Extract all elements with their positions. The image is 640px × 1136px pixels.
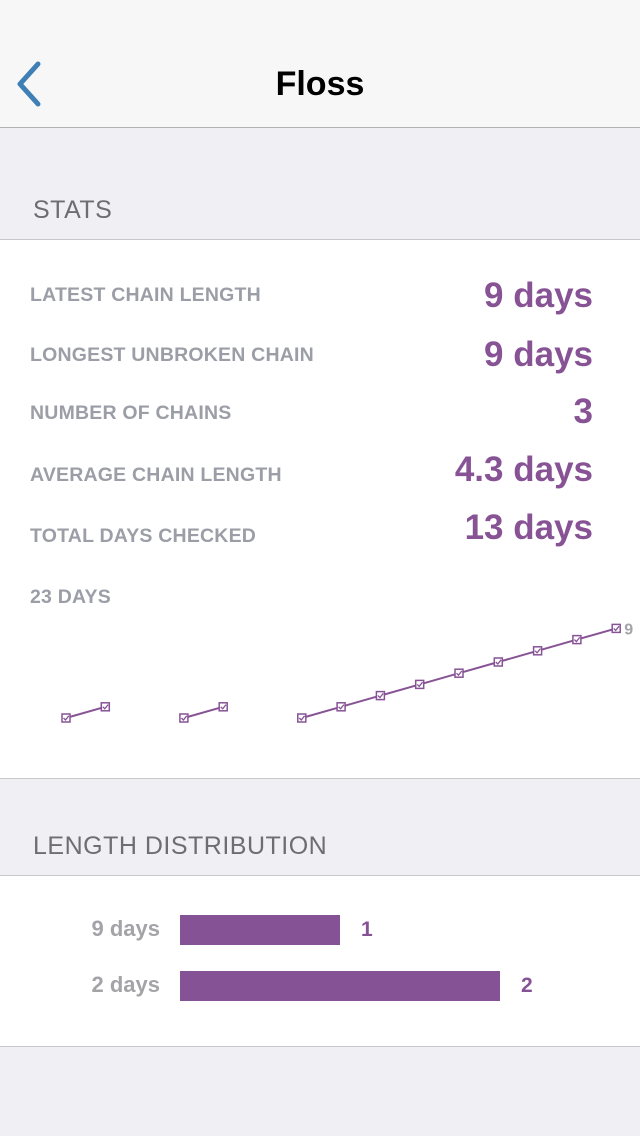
stat-label-total-days: TOTAL DAYS CHECKED <box>30 525 257 547</box>
chart-end-label: 9 <box>624 621 633 638</box>
chart-point <box>572 634 582 645</box>
stat-value-longest-chain: 9 days <box>484 335 593 374</box>
chart-segment <box>65 705 106 719</box>
chart-segment <box>301 705 342 719</box>
distribution-panel: 9 days 1 2 days 2 <box>0 875 640 1047</box>
stat-label-number-of-chains: NUMBER OF CHAINS <box>30 402 232 424</box>
section-header-stats: STATS <box>33 196 113 224</box>
stat-value-average-chain: 4.3 days <box>454 450 593 489</box>
chart-point <box>179 713 189 723</box>
stat-label-latest-chain: LATEST CHAIN LENGTH <box>30 284 261 306</box>
distribution-count: 2 <box>521 974 533 997</box>
stat-value-total-days: 13 days <box>464 508 593 547</box>
chart-point <box>61 713 71 723</box>
distribution-count: 1 <box>361 918 373 941</box>
chart-segment <box>419 672 460 686</box>
chart-point <box>100 702 111 712</box>
chart-point <box>611 623 621 634</box>
chart-segment <box>380 683 420 697</box>
distribution-bar <box>180 971 500 1001</box>
distribution-bar <box>180 915 340 945</box>
distribution-label: 9 days <box>91 916 161 941</box>
page-title: Floss <box>275 65 365 103</box>
chart-point <box>297 713 307 723</box>
chart-point <box>375 690 386 701</box>
chart-point <box>454 668 464 678</box>
section-header-length-distribution: LENGTH DISTRIBUTION <box>33 832 328 860</box>
chart-segment <box>537 638 578 652</box>
stat-label-longest-chain: LONGEST UNBROKEN CHAIN <box>30 344 314 366</box>
chart-segment <box>183 705 224 719</box>
chart-point <box>336 702 346 712</box>
distribution-label: 2 days <box>91 972 161 997</box>
chart-segment <box>498 649 538 663</box>
chart-point <box>493 657 504 667</box>
chart-segment <box>458 661 499 675</box>
stats-panel: LATEST CHAIN LENGTH 9 days LONGEST UNBRO… <box>0 239 640 779</box>
navigation-bar: Floss <box>0 0 640 128</box>
chart-point <box>218 702 228 712</box>
stat-value-number-of-chains: 3 <box>573 392 593 431</box>
stat-value-latest-chain: 9 days <box>484 276 593 315</box>
chart-point <box>414 679 425 690</box>
chart-segment <box>576 627 617 641</box>
chart-point <box>532 646 543 656</box>
chart-segment <box>340 694 381 708</box>
stat-label-average-chain: AVERAGE CHAIN LENGTH <box>30 464 282 486</box>
chain-history-chart: 9 <box>61 621 633 723</box>
